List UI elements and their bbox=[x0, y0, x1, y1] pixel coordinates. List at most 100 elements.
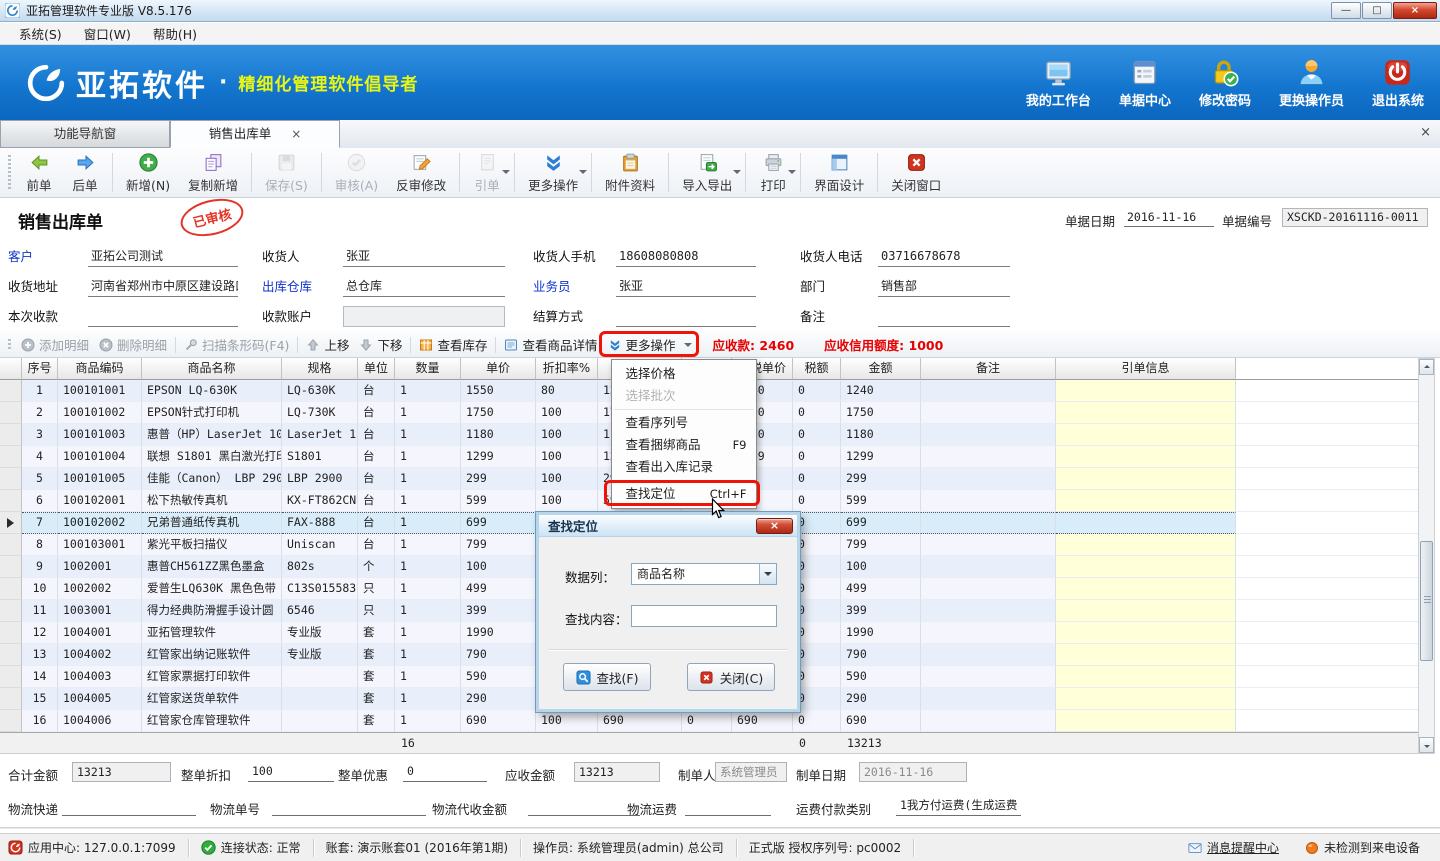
cell[interactable] bbox=[1056, 380, 1236, 402]
cell[interactable]: S1801 bbox=[282, 446, 358, 468]
detail-button-move-down[interactable]: 下移 bbox=[354, 334, 407, 356]
toolbar-grip[interactable] bbox=[8, 155, 11, 190]
cell[interactable] bbox=[1056, 622, 1236, 644]
cell[interactable] bbox=[1056, 512, 1236, 534]
field-label-salesman[interactable]: 业务员 bbox=[533, 276, 571, 298]
menu-item-view-io-records[interactable]: 查看出入库记录 bbox=[612, 456, 756, 478]
field-value-consignee-mobile[interactable]: 18608080808 bbox=[616, 246, 756, 267]
tab-sales-outbound[interactable]: 销售出库单× bbox=[170, 120, 340, 148]
dialog-cancel-button[interactable]: 关闭(C) bbox=[687, 663, 775, 691]
field-label-warehouse[interactable]: 出库仓库 bbox=[262, 276, 312, 298]
footer-value-creator[interactable]: 系统管理员 bbox=[715, 762, 787, 782]
cell[interactable]: 1 bbox=[395, 380, 461, 402]
search-content-input[interactable] bbox=[631, 605, 777, 627]
cell[interactable]: 红管家仓库管理软件 bbox=[142, 710, 282, 732]
cell[interactable]: 套 bbox=[358, 622, 395, 644]
cell[interactable]: C13S015583 bbox=[282, 578, 358, 600]
cell[interactable]: 1 bbox=[395, 710, 461, 732]
close-button[interactable]: × bbox=[1393, 2, 1437, 19]
footer-value-order-discount[interactable]: 100 bbox=[248, 762, 334, 782]
dropdown-arrow-icon[interactable] bbox=[502, 170, 510, 178]
cell[interactable]: 100103001 bbox=[58, 534, 142, 556]
cell[interactable]: 0 bbox=[793, 512, 841, 534]
cell[interactable]: 1003001 bbox=[58, 600, 142, 622]
cell[interactable] bbox=[1056, 490, 1236, 512]
cell[interactable]: 9 bbox=[22, 556, 58, 578]
row-marker[interactable] bbox=[0, 402, 22, 424]
cell[interactable] bbox=[1056, 534, 1236, 556]
detail-button-delete-row[interactable]: 删除明细 bbox=[94, 334, 172, 356]
cell[interactable]: 1 bbox=[395, 468, 461, 490]
cell[interactable]: 6 bbox=[22, 490, 58, 512]
cell[interactable]: 1180 bbox=[841, 424, 921, 446]
cell[interactable]: 100 bbox=[536, 402, 598, 424]
scrollbar-thumb[interactable] bbox=[1420, 541, 1433, 661]
dropdown-arrow-icon[interactable] bbox=[733, 170, 741, 178]
field-value-receipt-account[interactable] bbox=[343, 306, 505, 327]
combo-arrow-icon[interactable] bbox=[759, 564, 776, 584]
cell[interactable]: 1990 bbox=[841, 622, 921, 644]
cell[interactable]: 100 bbox=[536, 424, 598, 446]
cell[interactable]: 1 bbox=[395, 446, 461, 468]
row-marker[interactable] bbox=[0, 710, 22, 732]
cell[interactable] bbox=[1056, 402, 1236, 424]
cell[interactable] bbox=[921, 644, 1056, 666]
cell[interactable]: LQ-630K bbox=[282, 380, 358, 402]
menu-item-view-bundle[interactable]: 查看捆绑商品F9 bbox=[612, 434, 756, 456]
cell[interactable]: 100102001 bbox=[58, 490, 142, 512]
cell[interactable]: 0 bbox=[793, 644, 841, 666]
row-marker[interactable] bbox=[0, 556, 22, 578]
cell[interactable]: 兄弟普通纸传真机 bbox=[142, 512, 282, 534]
detail-button-scan-barcode[interactable]: 扫描条形码(F4) bbox=[179, 334, 294, 356]
cell[interactable]: 1299 bbox=[841, 446, 921, 468]
cell[interactable]: 0 bbox=[793, 446, 841, 468]
cell[interactable]: 16 bbox=[22, 710, 58, 732]
cell[interactable]: 1 bbox=[395, 534, 461, 556]
cell[interactable]: 1004002 bbox=[58, 644, 142, 666]
cell[interactable]: 只 bbox=[358, 600, 395, 622]
cell[interactable]: 1180 bbox=[461, 424, 536, 446]
cell[interactable]: 联想 S1801 黑白激光打印 bbox=[142, 446, 282, 468]
cell[interactable]: 690 bbox=[461, 710, 536, 732]
cell[interactable] bbox=[921, 600, 1056, 622]
cell[interactable]: 1004005 bbox=[58, 688, 142, 710]
cell[interactable]: 590 bbox=[841, 666, 921, 688]
cell[interactable]: 0 bbox=[793, 490, 841, 512]
scroll-down-icon[interactable] bbox=[1419, 737, 1434, 753]
column-header-14[interactable]: 引单信息 bbox=[1056, 358, 1236, 380]
cell[interactable]: 台 bbox=[358, 380, 395, 402]
cell[interactable] bbox=[282, 666, 358, 688]
toolbar-button-next-doc[interactable]: 后单 bbox=[62, 148, 108, 197]
cell[interactable]: 100 bbox=[536, 710, 598, 732]
column-header-12[interactable]: 金额 bbox=[841, 358, 921, 380]
scroll-up-icon[interactable] bbox=[1419, 359, 1434, 375]
menu-item-find-locate[interactable]: 查找定位Ctrl+F bbox=[612, 483, 756, 505]
cell[interactable]: 1004006 bbox=[58, 710, 142, 732]
cell[interactable]: 790 bbox=[461, 644, 536, 666]
dialog-titlebar[interactable]: 查找定位 × bbox=[539, 515, 797, 537]
cell[interactable]: 499 bbox=[461, 578, 536, 600]
cell[interactable]: 套 bbox=[358, 644, 395, 666]
cell[interactable]: 15 bbox=[22, 688, 58, 710]
cell[interactable]: 80 bbox=[536, 380, 598, 402]
cell[interactable]: 台 bbox=[358, 446, 395, 468]
status-message-center[interactable]: 消息提醒中心 bbox=[1178, 839, 1289, 856]
menu-item-select-batch[interactable]: 选择批次 bbox=[612, 385, 756, 407]
dialog-close-button[interactable]: × bbox=[756, 518, 793, 534]
cell[interactable]: 1750 bbox=[461, 402, 536, 424]
cell[interactable]: 100102002 bbox=[58, 512, 142, 534]
cell[interactable]: 4 bbox=[22, 446, 58, 468]
cell[interactable]: 1004003 bbox=[58, 666, 142, 688]
cell[interactable]: 1299 bbox=[461, 446, 536, 468]
field-value-salesman[interactable]: 张亚 bbox=[616, 276, 756, 297]
cell[interactable]: 399 bbox=[841, 600, 921, 622]
cell[interactable]: 0 bbox=[793, 534, 841, 556]
detail-button-view-stock[interactable]: 查看库存 bbox=[414, 334, 492, 356]
toolbar-button-audit[interactable]: 审核(A) bbox=[326, 148, 387, 197]
dropdown-arrow-icon[interactable] bbox=[684, 343, 692, 351]
cell[interactable]: EPSON LQ-630K bbox=[142, 380, 282, 402]
cell[interactable]: 0 bbox=[793, 402, 841, 424]
field-value-warehouse[interactable]: 总仓库 bbox=[343, 276, 505, 297]
cell[interactable]: 14 bbox=[22, 666, 58, 688]
column-header-2[interactable]: 商品名称 bbox=[142, 358, 282, 380]
